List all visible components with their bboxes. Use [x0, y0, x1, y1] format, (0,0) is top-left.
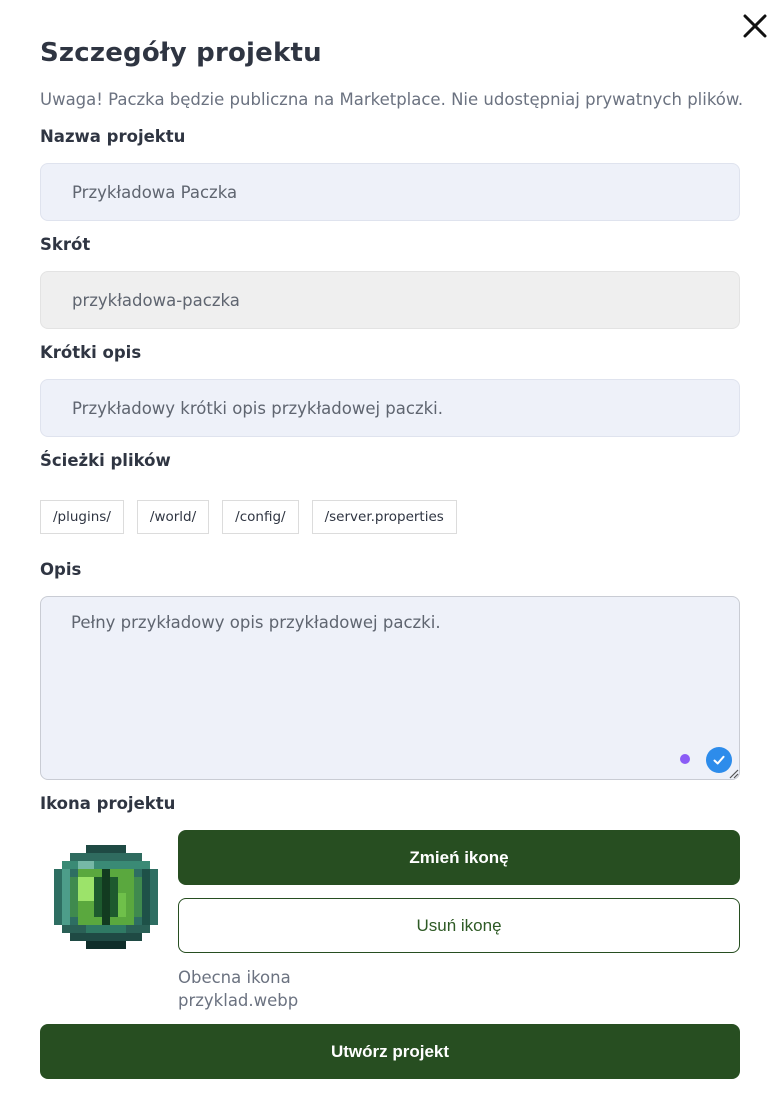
file-path-chip[interactable]: /plugins/	[40, 500, 124, 534]
close-icon[interactable]	[741, 12, 769, 40]
extension-dot-icon	[680, 754, 690, 764]
current-icon-info: Obecna ikona przyklad.webp	[178, 966, 298, 1012]
change-icon-button[interactable]: Zmień ikonę	[178, 830, 740, 885]
file-path-chip[interactable]: /config/	[222, 500, 299, 534]
remove-icon-button[interactable]: Usuń ikonę	[178, 898, 740, 953]
ender-eye-icon	[54, 845, 158, 949]
public-warning: Uwaga! Paczka będzie publiczna na Market…	[40, 90, 744, 109]
file-path-chip[interactable]: /world/	[136, 500, 210, 534]
current-icon-label: Obecna ikona	[178, 968, 291, 987]
create-project-button[interactable]: Utwórz projekt	[40, 1024, 740, 1079]
resize-handle-icon[interactable]	[727, 767, 739, 779]
short-description-label: Krótki opis	[40, 343, 142, 362]
project-name-input[interactable]	[40, 163, 740, 221]
description-textarea[interactable]	[40, 596, 740, 780]
project-icon-label: Ikona projektu	[40, 794, 176, 813]
file-path-chip[interactable]: /server.properties	[311, 500, 457, 534]
slug-label: Skrót	[40, 235, 91, 254]
current-icon-filename: przyklad.webp	[178, 991, 299, 1010]
dialog-title: Szczegóły projektu	[40, 38, 322, 68]
description-label: Opis	[40, 560, 82, 579]
slug-input[interactable]	[40, 271, 740, 329]
short-description-input[interactable]	[40, 379, 740, 437]
name-label: Nazwa projektu	[40, 127, 186, 146]
file-paths-list: /plugins/ /world/ /config/ /server.prope…	[40, 500, 457, 534]
file-paths-label: Ścieżki plików	[40, 451, 171, 470]
